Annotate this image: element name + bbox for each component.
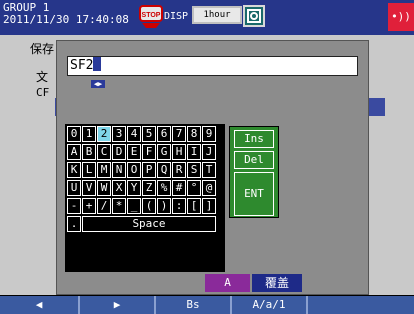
key-3-5[interactable]: Z <box>142 180 156 196</box>
key-3-1[interactable]: V <box>82 180 96 196</box>
key-4-0[interactable]: - <box>67 198 81 214</box>
key-4-9[interactable]: ] <box>202 198 216 214</box>
key-2-3[interactable]: N <box>112 162 126 178</box>
key-1-1[interactable]: B <box>82 144 96 160</box>
key-1-0[interactable]: A <box>67 144 81 160</box>
key-0-2[interactable]: 2 <box>97 126 111 142</box>
overwrite-mode-indicator: 覆盖 <box>252 274 302 292</box>
snapshot-icon <box>243 5 265 27</box>
key-2-4[interactable]: O <box>127 162 141 178</box>
datetime: 2011/11/30 17:40:08 <box>3 13 129 26</box>
cursor-left-softkey[interactable]: ◀ <box>0 296 80 314</box>
key-1-9[interactable]: J <box>202 144 216 160</box>
key-0-7[interactable]: 7 <box>172 126 186 142</box>
delete-key[interactable]: Del <box>234 151 274 169</box>
key-4-8[interactable]: [ <box>187 198 201 214</box>
key-3-9[interactable]: @ <box>202 180 216 196</box>
key-4-1[interactable]: + <box>82 198 96 214</box>
key-2-7[interactable]: R <box>172 162 186 178</box>
key-2-1[interactable]: L <box>82 162 96 178</box>
key-0-0[interactable]: 0 <box>67 126 81 142</box>
key-2-6[interactable]: Q <box>157 162 171 178</box>
function-key-panel: Ins Del ENT <box>229 126 279 218</box>
key-2-5[interactable]: P <box>142 162 156 178</box>
input-value: SF2 <box>70 58 94 73</box>
key-2-0[interactable]: K <box>67 162 81 178</box>
key-0-9[interactable]: 9 <box>202 126 216 142</box>
key-2-8[interactable]: S <box>187 162 201 178</box>
key-1-2[interactable]: C <box>97 144 111 160</box>
key-3-8[interactable]: ° <box>187 180 201 196</box>
key-0-6[interactable]: 6 <box>157 126 171 142</box>
key-3-6[interactable]: % <box>157 180 171 196</box>
key-2-2[interactable]: M <box>97 162 111 178</box>
key-1-4[interactable]: E <box>127 144 141 160</box>
text-input-field[interactable]: SF2 <box>67 56 358 76</box>
key-0-8[interactable]: 8 <box>187 126 201 142</box>
timebase-indicator: 1hour <box>192 6 242 24</box>
key-4-7[interactable]: : <box>172 198 186 214</box>
key-space[interactable]: Space <box>82 216 216 232</box>
background-label-cf: CF <box>36 86 50 99</box>
disp-label: DISP <box>164 11 189 22</box>
insert-key[interactable]: Ins <box>234 130 274 148</box>
text-caret <box>93 57 102 71</box>
key-0-3[interactable]: 3 <box>112 126 126 142</box>
charset-toggle-softkey[interactable]: A/a/1 <box>232 296 308 314</box>
alarm-icon: •)) <box>388 3 414 31</box>
key-1-5[interactable]: F <box>142 144 156 160</box>
backspace-softkey[interactable]: Bs <box>156 296 232 314</box>
key-3-0[interactable]: U <box>67 180 81 196</box>
key-3-4[interactable]: Y <box>127 180 141 196</box>
svg-text:STOP: STOP <box>142 12 161 19</box>
charset-mode-indicator: A <box>205 274 250 292</box>
key-1-7[interactable]: H <box>172 144 186 160</box>
enter-key[interactable]: ENT <box>234 172 274 216</box>
cursor-scroll-arrows-icon: ◀▶ <box>91 80 105 88</box>
key-2-9[interactable]: T <box>202 162 216 178</box>
key-3-2[interactable]: W <box>97 180 111 196</box>
cursor-right-softkey[interactable]: ▶ <box>80 296 156 314</box>
key-4-6[interactable]: ) <box>157 198 171 214</box>
key-3-7[interactable]: # <box>172 180 186 196</box>
key-4-5[interactable]: ( <box>142 198 156 214</box>
key-1-8[interactable]: I <box>187 144 201 160</box>
key-dot[interactable]: . <box>67 216 81 232</box>
background-label-file: 文 <box>36 70 49 84</box>
key-4-4[interactable]: _ <box>127 198 141 214</box>
key-1-3[interactable]: D <box>112 144 126 160</box>
key-3-3[interactable]: X <box>112 180 126 196</box>
key-0-4[interactable]: 4 <box>127 126 141 142</box>
background-label-save: 保存 <box>30 42 55 56</box>
key-1-6[interactable]: G <box>157 144 171 160</box>
key-0-5[interactable]: 5 <box>142 126 156 142</box>
key-0-1[interactable]: 1 <box>82 126 96 142</box>
key-4-2[interactable]: / <box>97 198 111 214</box>
stop-icon: STOP <box>138 5 164 29</box>
key-4-3[interactable]: * <box>112 198 126 214</box>
